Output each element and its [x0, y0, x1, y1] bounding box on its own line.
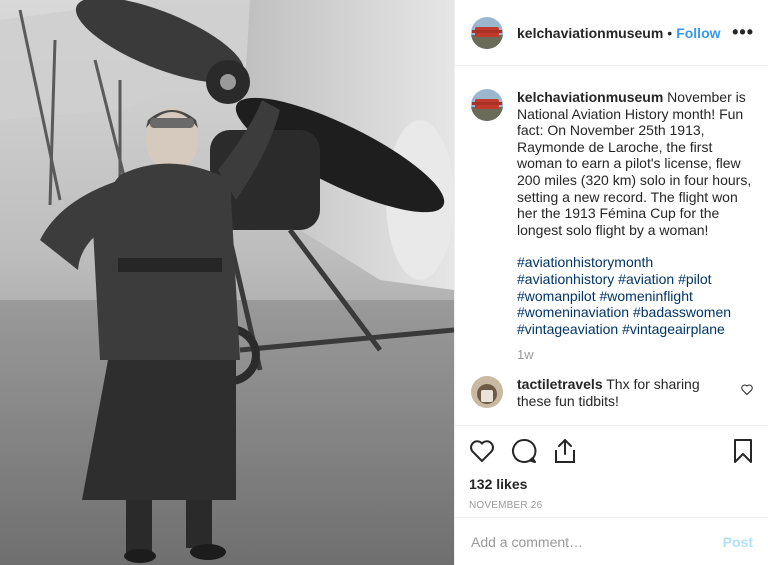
heart-icon[interactable] [469, 439, 495, 466]
hashtag-line[interactable]: #womeninaviation #badasswomen [517, 304, 753, 321]
comment-body: tactiletravels Thx for sharing these fun… [517, 376, 727, 409]
comment-item: tactiletravels Thx for sharing these fun… [471, 375, 753, 409]
caption-body: kelchaviationmuseum November is National… [517, 89, 753, 364]
avatar[interactable] [471, 375, 503, 408]
avatar-image-icon [471, 375, 503, 408]
avatar[interactable] [471, 16, 503, 49]
post-comment-button[interactable]: Post [723, 534, 753, 550]
bookmark-icon[interactable] [733, 438, 753, 467]
hashtag-line[interactable]: #womanpilot #womeninflight [517, 288, 753, 305]
more-options-icon[interactable]: ••• [732, 22, 754, 43]
avatar-image-icon [471, 16, 503, 49]
caption-username[interactable]: kelchaviationmuseum [517, 89, 663, 105]
header-separator: • [667, 24, 673, 41]
hashtag-line[interactable]: #aviationhistory #aviation #pilot [517, 271, 753, 288]
avatar[interactable] [471, 89, 503, 121]
post-actions: 132 likes NOVEMBER 26 [455, 425, 768, 511]
avatar-image-icon [471, 89, 503, 121]
hashtag-line[interactable]: #vintageaviation #vintageairplane [517, 321, 753, 338]
follow-button[interactable]: Follow [676, 25, 720, 41]
hashtag-line[interactable]: #aviationhistorymonth [517, 254, 753, 271]
comment-bubble-icon[interactable] [511, 438, 537, 467]
likes-count[interactable]: 132 likes [469, 476, 753, 492]
add-comment-bar: Post [455, 517, 768, 565]
post-photo[interactable] [0, 0, 454, 565]
like-comment-heart-icon[interactable] [741, 382, 753, 398]
caption: kelchaviationmuseum November is National… [471, 89, 753, 364]
post-date[interactable]: NOVEMBER 26 [469, 500, 753, 511]
share-icon[interactable] [553, 438, 577, 467]
comment-username[interactable]: tactiletravels [517, 376, 603, 392]
caption-time[interactable]: 1w [517, 347, 753, 364]
post-header: kelchaviationmuseum • Follow ••• [455, 0, 768, 66]
hashtags: #aviationhistorymonth #aviationhistory #… [517, 254, 753, 337]
action-icons [469, 436, 753, 468]
caption-text: November is National Aviation History mo… [517, 89, 752, 238]
comment-input[interactable] [471, 533, 723, 550]
comments-section: kelchaviationmuseum November is National… [455, 67, 768, 425]
post-image [0, 0, 454, 565]
header-username[interactable]: kelchaviationmuseum [517, 25, 663, 41]
post-side-panel: kelchaviationmuseum • Follow ••• kelchav [454, 0, 768, 565]
